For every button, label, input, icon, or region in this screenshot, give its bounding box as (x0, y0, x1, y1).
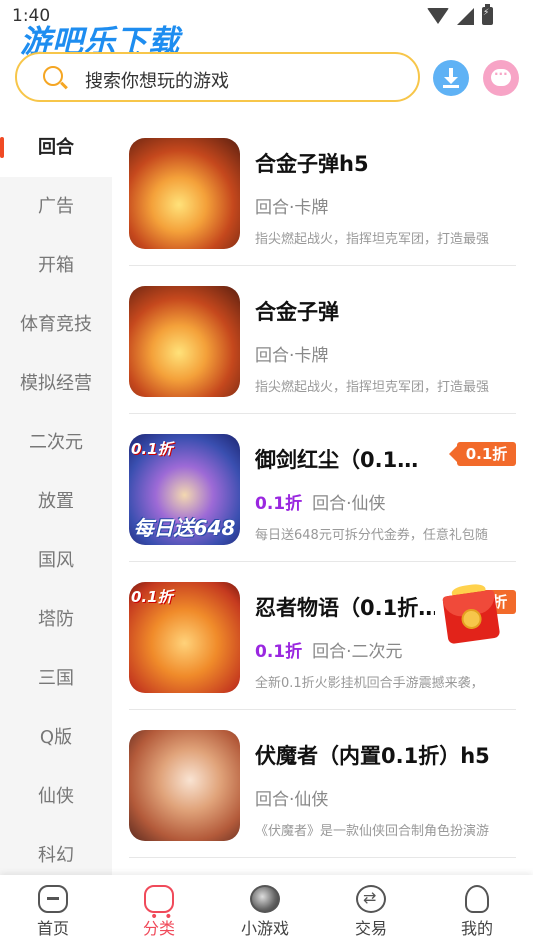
nav-home[interactable]: 首页 (0, 875, 106, 948)
sidebar-item-label: 体育竞技 (20, 314, 92, 335)
nav-profile[interactable]: 我的 (424, 875, 530, 948)
download-button[interactable] (433, 60, 469, 96)
list-item[interactable]: 合金子弹h5 回合·卡牌 指尖燃起战火，指挥坦克军团，打造最强 (129, 118, 516, 266)
sidebar-item-label: 仙侠 (38, 786, 74, 807)
sidebar-item-label: 开箱 (38, 255, 74, 276)
home-icon (38, 885, 68, 913)
nav-label: 我的 (460, 919, 493, 938)
sidebar-item-label: 广告 (38, 196, 74, 217)
game-description: 每日送648元可拆分代金券，任意礼包随 (255, 528, 488, 543)
demon-hunter-icon (129, 730, 240, 841)
nav-label: 分类 (142, 919, 175, 938)
category-sidebar: 回合 广告 开箱 体育竞技 模拟经营 二次元 放置 国风 塔防 三国 Q版 仙侠… (0, 118, 112, 875)
download-icon-base (443, 85, 459, 88)
game-list: 合金子弹h5 回合·卡牌 指尖燃起战火，指挥坦克军团，打造最强 合金子弹 回合·… (112, 118, 533, 875)
game-meta: 回合·仙侠 (255, 790, 329, 810)
sidebar-item-guofeng[interactable]: 国风 (0, 531, 112, 590)
game-title: 合金子弹h5 (255, 152, 369, 176)
discount-badge: 0.1折 (131, 588, 173, 606)
nav-label: 首页 (36, 919, 69, 938)
nav-label: 小游戏 (240, 919, 289, 938)
sidebar-item-huihe[interactable]: 回合 (0, 118, 112, 177)
discount-tag: 0.1折 (449, 442, 516, 466)
list-item[interactable]: 0.1折 每日送648 御剑红尘（0.1… 0.1折 0.1折 回合·仙侠 每日送… (129, 414, 516, 562)
game-meta: 回合·卡牌 (255, 198, 329, 218)
sidebar-item-label: Q版 (39, 727, 73, 748)
search-bar[interactable]: 搜索你想玩的游戏 (15, 52, 420, 102)
mini-game-icon (250, 885, 280, 913)
sidebar-item-label: 三国 (38, 668, 74, 689)
daily-gift-banner: 每日送648 (133, 516, 236, 540)
game-title: 伏魔者（内置0.1折）h5 (255, 744, 490, 768)
game-description: 《伏魔者》是一款仙侠回合制角色扮演游 (255, 824, 490, 839)
chat-bubble-icon (491, 67, 511, 86)
game-meta: 回合·卡牌 (255, 346, 329, 366)
discount-label: 0.1折 (255, 494, 303, 514)
sidebar-item-label: 回合 (38, 137, 74, 158)
game-title: 合金子弹 (255, 300, 339, 324)
game-title: 忍者物语（0.1折… (255, 596, 435, 620)
sidebar-item-label: 模拟经营 (20, 373, 92, 394)
sidebar-item-erciyuan[interactable]: 二次元 (0, 413, 112, 472)
game-title: 御剑红尘（0.1… (255, 448, 419, 472)
game-meta: 0.1折 回合·二次元 (255, 637, 403, 662)
tank-game-icon (129, 138, 240, 249)
game-genre: 回合·仙侠 (312, 494, 386, 514)
sidebar-item-kehuan[interactable]: 科幻 (0, 826, 112, 875)
tank-game-icon (129, 286, 240, 397)
sidebar-item-label: 国风 (38, 550, 74, 571)
message-button[interactable] (483, 60, 519, 96)
game-description: 全新0.1折火影挂机回合手游震撼来袭， (255, 676, 484, 691)
sidebar-item-label: 二次元 (29, 432, 83, 453)
sword-fairy-icon: 0.1折 每日送648 (129, 434, 240, 545)
sidebar-item-kaixiang[interactable]: 开箱 (0, 236, 112, 295)
battery-icon (482, 4, 493, 25)
game-genre: 回合·二次元 (312, 642, 403, 662)
ninja-icon: 0.1折 (129, 582, 240, 693)
sidebar-item-fangzhi[interactable]: 放置 (0, 472, 112, 531)
nav-label: 交易 (354, 919, 387, 938)
bottom-nav: 首页 分类 小游戏 交易 我的 (0, 875, 533, 948)
red-envelope-icon[interactable] (437, 581, 505, 649)
wifi-icon (427, 8, 449, 24)
sidebar-item-label: 科幻 (38, 845, 74, 866)
list-item[interactable]: 伏魔者（内置0.1折）h5 回合·仙侠 《伏魔者》是一款仙侠回合制角色扮演游 (129, 710, 516, 858)
discount-label: 0.1折 (255, 642, 303, 662)
sidebar-item-label: 放置 (38, 491, 74, 512)
status-icons (427, 4, 493, 25)
sidebar-item-guanggao[interactable]: 广告 (0, 177, 112, 236)
sidebar-item-label: 塔防 (38, 609, 74, 630)
search-placeholder: 搜索你想玩的游戏 (85, 71, 229, 92)
game-description: 指尖燃起战火，指挥坦克军团，打造最强 (255, 380, 490, 395)
game-description: 指尖燃起战火，指挥坦克军团，打造最强 (255, 232, 490, 247)
search-icon (43, 66, 63, 86)
game-meta: 0.1折 回合·仙侠 (255, 489, 386, 514)
nav-mini-game[interactable]: 小游戏 (212, 875, 318, 948)
sidebar-item-moni[interactable]: 模拟经营 (0, 354, 112, 413)
category-icon (144, 885, 179, 947)
trade-icon (356, 885, 386, 913)
sidebar-item-qban[interactable]: Q版 (0, 708, 112, 767)
sidebar-item-tiyu[interactable]: 体育竞技 (0, 295, 112, 354)
sidebar-item-tafang[interactable]: 塔防 (0, 590, 112, 649)
sidebar-item-sanguo[interactable]: 三国 (0, 649, 112, 708)
nav-trade[interactable]: 交易 (318, 875, 424, 948)
sidebar-item-xianxia[interactable]: 仙侠 (0, 767, 112, 826)
discount-badge: 0.1折 (131, 440, 173, 458)
signal-icon (457, 7, 474, 25)
list-item[interactable]: 合金子弹 回合·卡牌 指尖燃起战火，指挥坦克军团，打造最强 (129, 266, 516, 414)
profile-icon (465, 885, 489, 913)
nav-category[interactable]: 分类 (106, 875, 212, 948)
